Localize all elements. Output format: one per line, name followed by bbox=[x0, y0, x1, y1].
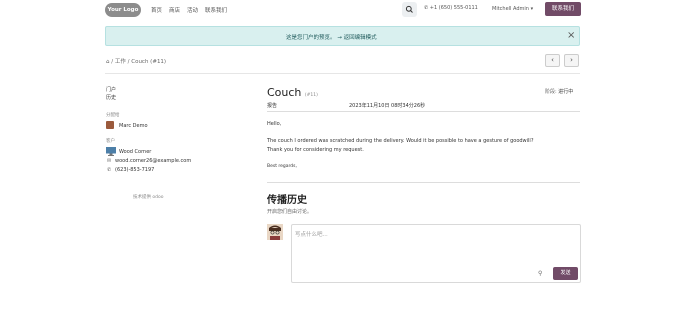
paperclip-icon[interactable]: ⚲ bbox=[538, 270, 542, 277]
company-logo[interactable]: Your Logo bbox=[105, 3, 141, 17]
search-icon bbox=[405, 5, 413, 13]
email-icon: ✉ bbox=[107, 158, 112, 164]
breadcrumb: ⌂ / 工作 / Couch (#11) bbox=[106, 57, 166, 65]
previous-button[interactable]: ‹ bbox=[545, 54, 560, 67]
top-navbar: Your Logo 首页 商店 活动 联系我们 ✆ +1 (650) 555-0… bbox=[0, 0, 690, 20]
divider bbox=[267, 182, 580, 183]
home-icon[interactable]: ⌂ bbox=[106, 59, 110, 65]
customer-email[interactable]: wood.corner26@example.com bbox=[115, 158, 191, 164]
header-phone-text: +1 (650) 555-0111 bbox=[429, 5, 478, 11]
description-greeting: Hello, bbox=[267, 121, 282, 127]
sidebar-link-history[interactable]: 历史 bbox=[106, 94, 116, 101]
chatter-title: 传播历史 bbox=[267, 195, 307, 206]
description-body-1: The couch I ordered was scratched during… bbox=[267, 138, 534, 144]
user-avatar-image bbox=[267, 224, 283, 240]
nav-home[interactable]: 首页 bbox=[151, 6, 162, 14]
chevron-down-icon: ▾ bbox=[530, 6, 534, 12]
task-title: Couch (#11) bbox=[267, 86, 318, 99]
next-button[interactable]: › bbox=[564, 54, 579, 67]
search-button[interactable] bbox=[402, 2, 417, 17]
chevron-right-icon: › bbox=[570, 56, 573, 64]
user-menu[interactable]: Mitchell Admin ▾ bbox=[492, 6, 533, 12]
breadcrumb-tasks[interactable]: 工作 bbox=[115, 59, 126, 65]
divider bbox=[267, 111, 580, 112]
powered-by[interactable]: 技术提供 odoo bbox=[133, 194, 164, 200]
stage-badge: 阶段: 进行中 bbox=[545, 88, 573, 95]
task-title-text: Couch bbox=[267, 86, 302, 99]
customer-phone[interactable]: (623)-853-7197 bbox=[115, 167, 154, 173]
user-name: Mitchell Admin bbox=[492, 6, 529, 12]
portal-page: Your Logo 首页 商店 活动 联系我们 ✆ +1 (650) 555-0… bbox=[0, 0, 690, 310]
task-id: (#11) bbox=[304, 93, 318, 98]
preview-banner: 这是您门户的预览。 → 返回编辑模式 × bbox=[105, 26, 580, 46]
send-button[interactable]: 发送 bbox=[553, 267, 578, 280]
report-date: 2023年11月10日 08时34分26秒 bbox=[349, 103, 426, 109]
header-phone[interactable]: ✆ +1 (650) 555-0111 bbox=[424, 5, 478, 11]
phone-icon: ✆ bbox=[107, 167, 112, 173]
customer-heading: 客户 bbox=[106, 139, 115, 144]
preview-banner-text[interactable]: 这是您门户的预览。 → 返回编辑模式 bbox=[286, 33, 377, 41]
divider bbox=[105, 73, 580, 74]
assignee-avatar bbox=[106, 121, 114, 129]
sidebar-link-portal[interactable]: 门户 bbox=[106, 86, 116, 93]
customer-name: Wood Corner bbox=[119, 149, 152, 155]
customer-avatar bbox=[106, 147, 116, 156]
nav-shop[interactable]: 商店 bbox=[169, 6, 180, 14]
description-body-2: Thank you for considering my request. bbox=[267, 147, 364, 153]
message-composer[interactable]: 写点什么吧... ⚲ 发送 bbox=[291, 224, 581, 283]
user-avatar bbox=[267, 224, 283, 240]
assignee-heading: 分配给 bbox=[106, 113, 120, 118]
phone-icon: ✆ bbox=[424, 5, 429, 11]
assignee-name: Marc Demo bbox=[119, 123, 148, 129]
report-label: 报告 bbox=[267, 103, 278, 109]
contact-us-button[interactable]: 联系我们 bbox=[545, 2, 581, 16]
description-regards: Best regards, bbox=[267, 164, 297, 169]
nav-events[interactable]: 活动 bbox=[187, 6, 198, 14]
nav-contact[interactable]: 联系我们 bbox=[205, 6, 227, 14]
message-input[interactable]: 写点什么吧... bbox=[295, 230, 328, 238]
breadcrumb-separator: / bbox=[127, 59, 130, 65]
close-icon[interactable]: × bbox=[567, 30, 575, 42]
breadcrumb-current: Couch (#11) bbox=[131, 59, 167, 65]
chevron-left-icon: ‹ bbox=[551, 56, 554, 64]
breadcrumb-separator: / bbox=[111, 59, 114, 65]
stage-value: 进行中 bbox=[558, 89, 574, 95]
chatter-subtitle: 开启您们自由讨论。 bbox=[267, 209, 313, 215]
stage-label: 阶段: bbox=[545, 89, 557, 95]
